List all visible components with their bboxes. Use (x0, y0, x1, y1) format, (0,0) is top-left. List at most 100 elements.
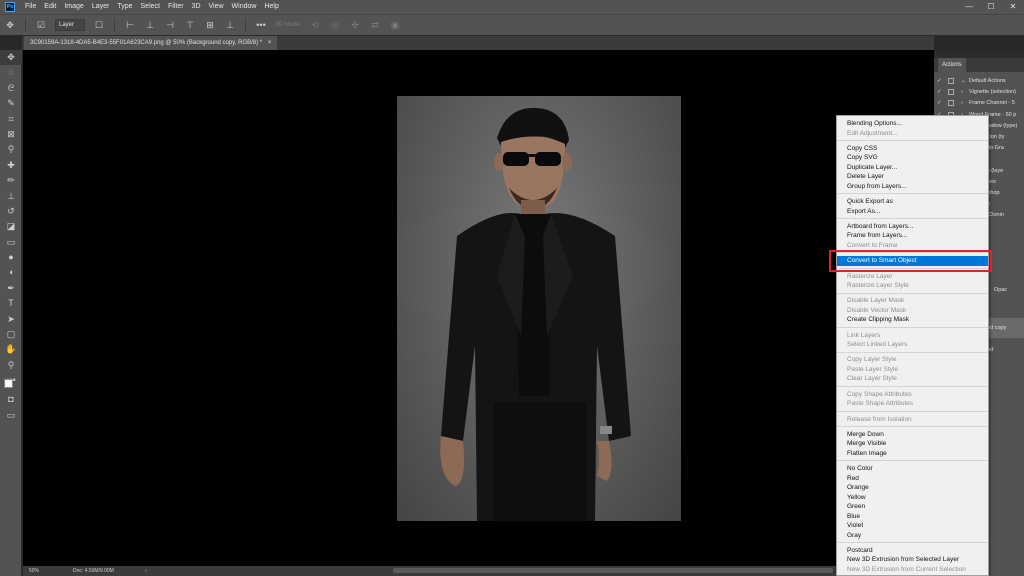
clone-stamp-tool-icon[interactable]: ⊥ (0, 189, 22, 204)
menu-3d[interactable]: 3D (188, 0, 205, 14)
marquee-tool-icon[interactable]: ◌ (0, 65, 22, 80)
context-menu-item-copy-svg[interactable]: Copy SVG (837, 153, 988, 163)
doc-size: Doc: 4.50M/9.00M (73, 568, 114, 574)
context-menu-item-group-from-layers[interactable]: Group from Layers... (837, 182, 988, 192)
menu-view[interactable]: View (205, 0, 228, 14)
context-menu-item-postcard[interactable]: Postcard (837, 546, 988, 556)
path-selection-tool-icon[interactable]: ➤ (0, 312, 22, 327)
screen-mode-icon[interactable]: ▭ (0, 408, 22, 423)
context-menu-item-delete-layer[interactable]: Delete Layer (837, 172, 988, 182)
context-menu-item-quick-export-as[interactable]: Quick Export as (837, 197, 988, 207)
context-menu-item-gray[interactable]: Gray (837, 531, 988, 541)
align-top-icon[interactable]: ⊤ (183, 18, 197, 32)
auto-select-dropdown[interactable]: Layer (55, 19, 85, 31)
dialog-toggle-icon[interactable] (948, 100, 954, 107)
context-menu-item-blue[interactable]: Blue (837, 512, 988, 522)
rectangle-tool-icon[interactable]: ▢ (0, 327, 22, 342)
align-middle-icon[interactable]: ⊞ (203, 18, 217, 32)
context-menu-item-clear-layer-style: Clear Layer Style (847, 375, 897, 383)
check-icon[interactable]: ✓ (937, 98, 942, 109)
brush-tool-icon[interactable]: ✏ (0, 173, 22, 188)
3d-pan-icon[interactable]: ✣ (348, 18, 362, 32)
zoom-tool-icon[interactable]: ⚲ (0, 358, 22, 373)
auto-select-checkbox-icon[interactable]: ☑ (34, 18, 48, 32)
context-menu-item-no-color[interactable]: No Color (837, 464, 988, 474)
context-menu-item-frame-from-layers[interactable]: Frame from Layers... (837, 231, 988, 241)
close-icon[interactable]: ✕ (1002, 0, 1024, 14)
dodge-tool-icon[interactable]: ◖ (0, 265, 22, 280)
action-row[interactable]: ✓ ⌄ Default Actions (934, 76, 1024, 87)
context-menu-item-artboard-from-layers[interactable]: Artboard from Layers... (837, 222, 988, 232)
history-brush-tool-icon[interactable]: ↺ (0, 204, 22, 219)
context-menu-item-blending-options[interactable]: Blending Options... (837, 119, 988, 129)
menu-help[interactable]: Help (260, 0, 282, 14)
context-menu-item-merge-visible[interactable]: Merge Visible (837, 439, 988, 449)
context-menu-item-merge-down[interactable]: Merge Down (837, 430, 988, 440)
canvas-area[interactable] (23, 50, 934, 566)
gradient-tool-icon[interactable]: ▭ (0, 235, 22, 250)
context-menu-item-duplicate-layer[interactable]: Duplicate Layer... (837, 163, 988, 173)
3d-rotate-icon[interactable]: ⟲ (308, 18, 322, 32)
eyedropper-tool-icon[interactable]: ⚲ (0, 142, 22, 157)
menu-type[interactable]: Type (113, 0, 136, 14)
menu-layer[interactable]: Layer (88, 0, 114, 14)
quick-selection-tool-icon[interactable]: ✎ (0, 96, 22, 111)
3d-roll-icon[interactable]: ◎ (328, 18, 342, 32)
status-menu-icon[interactable]: › (145, 566, 147, 576)
align-center-icon[interactable]: ⊥ (143, 18, 157, 32)
dialog-toggle-icon[interactable] (948, 89, 954, 96)
quick-mask-icon[interactable]: ◘ (0, 392, 22, 407)
check-icon[interactable]: ✓ (937, 87, 942, 98)
menu-file[interactable]: File (21, 0, 40, 14)
tab-close-icon[interactable]: × (268, 40, 272, 46)
context-menu-item-copy-css[interactable]: Copy CSS (837, 144, 988, 154)
align-left-icon[interactable]: ⊢ (123, 18, 137, 32)
context-menu-item-green[interactable]: Green (837, 502, 988, 512)
more-options-icon[interactable]: ••• (254, 18, 268, 32)
context-menu-item-export-as[interactable]: Export As... (837, 207, 988, 217)
context-menu-item-red[interactable]: Red (837, 474, 988, 484)
menu-select[interactable]: Select (137, 0, 164, 14)
context-menu-item-create-clipping-mask[interactable]: Create Clipping Mask (837, 315, 988, 325)
menu-image[interactable]: Image (60, 0, 87, 14)
menu-edit[interactable]: Edit (40, 0, 60, 14)
healing-brush-tool-icon[interactable]: ✚ (0, 158, 22, 173)
context-menu-item-orange[interactable]: Orange (837, 483, 988, 493)
photoshop-logo-icon[interactable]: Ps (5, 2, 15, 12)
move-tool-icon[interactable]: ✥ (0, 50, 22, 66)
minimize-icon[interactable]: — (958, 0, 980, 14)
zoom-level[interactable]: 50% (29, 566, 39, 576)
maximize-icon[interactable]: ☐ (980, 0, 1002, 14)
3d-slide-icon[interactable]: ⇄ (368, 18, 382, 32)
context-menu-item-flatten-image[interactable]: Flatten Image (837, 449, 988, 459)
type-tool-icon[interactable]: T (0, 296, 22, 311)
context-menu-item-new-3d-extrusion-from-selected-layer[interactable]: New 3D Extrusion from Selected Layer (837, 555, 988, 565)
chevron-right-icon[interactable]: › (961, 98, 963, 109)
chevron-right-icon[interactable]: › (961, 87, 963, 98)
eraser-tool-icon[interactable]: ◪ (0, 219, 22, 234)
check-icon[interactable]: ✓ (937, 76, 942, 87)
frame-tool-icon[interactable]: ⊠ (0, 127, 22, 142)
align-right-icon[interactable]: ⊣ (163, 18, 177, 32)
document-tab[interactable]: 3C90159A-1318-4DA5-B4E3-55F01A623CA9.png… (24, 36, 278, 50)
show-transform-controls-icon[interactable]: ☐ (92, 18, 106, 32)
context-menu-item-violet[interactable]: Violet (837, 521, 988, 531)
hand-tool-icon[interactable]: ✋ (0, 342, 22, 357)
blur-tool-icon[interactable]: ● (0, 250, 22, 265)
move-tool-icon[interactable]: ✥ (3, 18, 17, 32)
foreground-color-swatch[interactable] (4, 379, 13, 388)
dialog-toggle-icon[interactable] (948, 78, 954, 84)
crop-tool-icon[interactable]: ⌗ (0, 112, 22, 127)
chevron-down-icon[interactable]: ⌄ (961, 76, 966, 87)
action-row[interactable]: ✓ › Frame Channel - 5 (934, 98, 1024, 109)
3d-scale-icon[interactable]: ▣ (388, 18, 402, 32)
menu-window[interactable]: Window (228, 0, 261, 14)
menu-filter[interactable]: Filter (164, 0, 188, 14)
context-menu-item-yellow[interactable]: Yellow (837, 493, 988, 503)
horizontal-scrollbar[interactable] (393, 568, 833, 573)
lasso-tool-icon[interactable]: ᘓ (0, 81, 22, 96)
align-bottom-icon[interactable]: ⊥ (223, 18, 237, 32)
pen-tool-icon[interactable]: ✒ (0, 281, 22, 296)
tab-actions[interactable]: Actions (938, 58, 966, 72)
action-row[interactable]: ✓ › Vignette (selection) (934, 87, 1024, 98)
